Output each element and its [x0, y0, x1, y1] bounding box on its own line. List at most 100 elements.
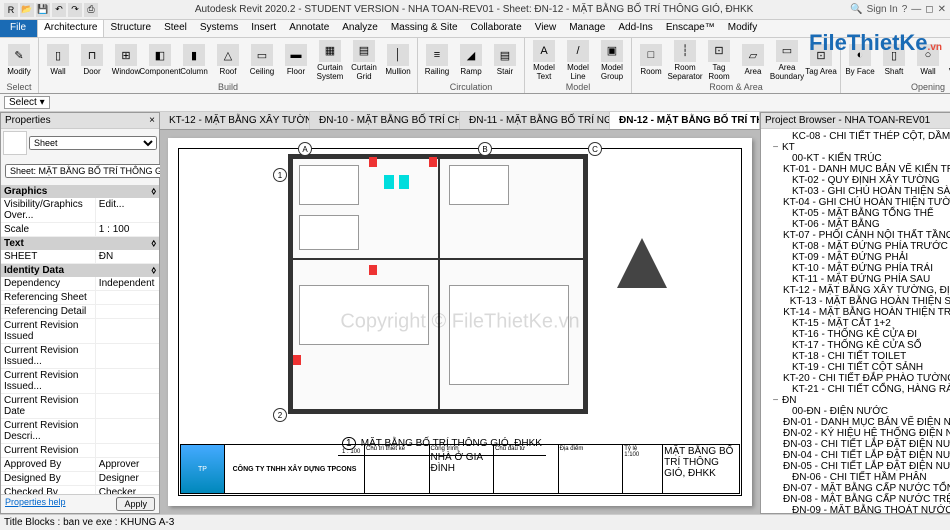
tree-node[interactable]: KT-01 - DANH MỤC BẢN VẼ KIẾN TRÚC — [763, 164, 950, 175]
model-group-button[interactable]: ▣Model Group — [596, 40, 628, 81]
tree-node[interactable]: KT-20 - CHI TIẾT ĐẮP PHÀO TƯỜNG NGOÀI — [763, 373, 950, 384]
undo-icon[interactable]: ↶ — [52, 3, 66, 17]
curtain-system-button[interactable]: ▦Curtain System — [314, 40, 346, 81]
tree-node[interactable]: 00-ĐN - ĐIỆN NƯỚC — [763, 406, 950, 417]
property-value[interactable] — [96, 344, 159, 368]
door-button[interactable]: ⊓Door — [76, 44, 108, 76]
ribbon-tab-massing-site[interactable]: Massing & Site — [385, 20, 465, 37]
vertical-button[interactable]: ▮Vertical — [946, 44, 950, 76]
property-row[interactable]: Referencing Detail — [1, 305, 159, 319]
tree-node[interactable]: ĐN-03 - CHI TIẾT LẮP ĐẶT ĐIỆN NƯỚC ĐIỂN … — [763, 439, 950, 450]
tree-node[interactable]: KT-10 - MẶT ĐỨNG PHÍA TRÁI — [763, 263, 950, 274]
tree-node[interactable]: KT-12 - MẶT BẰNG XÂY TƯỜNG, ĐỊNH VỊ CỬA … — [763, 285, 950, 296]
property-section-header[interactable]: Graphics⬨ — [1, 185, 159, 198]
tree-node[interactable]: −ĐN — [763, 395, 950, 406]
property-value[interactable]: 1 : 100 — [96, 223, 159, 236]
area-button[interactable]: ▱Area — [737, 44, 769, 76]
model-text-button[interactable]: AModel Text — [528, 40, 560, 81]
revit-icon[interactable]: R — [4, 3, 18, 17]
ribbon-tab-manage[interactable]: Manage — [563, 20, 612, 37]
ribbon-tab-architecture[interactable]: Architecture — [37, 20, 104, 37]
ribbon-tab-annotate[interactable]: Annotate — [283, 20, 336, 37]
property-value[interactable]: Checker — [96, 486, 159, 494]
mullion-button[interactable]: │Mullion — [382, 44, 414, 76]
ribbon-tab-collaborate[interactable]: Collaborate — [465, 20, 529, 37]
tree-twisty-icon[interactable]: − — [771, 395, 780, 406]
ribbon-tab-modify[interactable]: Modify — [722, 20, 764, 37]
modify-button[interactable]: ✎Modify — [3, 44, 35, 76]
tree-node[interactable]: ĐN-06 - CHI TIẾT HẦM PHÂN — [763, 472, 950, 483]
title-block[interactable]: TP CÔNG TY TNHH XÂY DỰNG TPCONS Chủ trì … — [180, 444, 740, 494]
property-value[interactable]: ĐN — [96, 250, 159, 263]
property-value[interactable] — [96, 394, 159, 418]
tree-node[interactable]: ĐN-02 - KÝ HIỆU HỆ THỐNG ĐIỆN NƯỚC — [763, 428, 950, 439]
ribbon-tab-add-ins[interactable]: Add-Ins — [612, 20, 659, 37]
stair-button[interactable]: ▤Stair — [489, 44, 521, 76]
type-selector[interactable]: Sheet — [29, 136, 157, 150]
tree-node[interactable]: KT-14 - MẶT BẰNG HOÀN THIỆN TRẦN — [763, 307, 950, 318]
property-row[interactable]: Current Revision — [1, 444, 159, 458]
maximize-icon[interactable]: ◻ — [925, 4, 933, 15]
ribbon-tab-systems[interactable]: Systems — [194, 20, 245, 37]
tag-room-button[interactable]: ⊡Tag Room — [703, 40, 735, 81]
tree-node[interactable]: KT-07 - PHỐI CẢNH NỘI THẤT TẦNG TRỆT — [763, 230, 950, 241]
column-button[interactable]: ▮Column — [178, 44, 210, 76]
tag-area-button[interactable]: ⊡Tag Area — [805, 44, 837, 76]
tree-node[interactable]: ĐN-01 - DANH MỤC BẢN VẼ ĐIỆN NƯỚC — [763, 417, 950, 428]
property-row[interactable]: Scale1 : 100 — [1, 223, 159, 237]
property-row[interactable]: Current Revision Issued — [1, 319, 159, 344]
apply-button[interactable]: Apply — [116, 497, 155, 511]
ribbon-tab-insert[interactable]: Insert — [245, 20, 283, 37]
property-value[interactable] — [96, 291, 159, 304]
print-icon[interactable]: ⎙ — [84, 3, 98, 17]
help-icon[interactable]: ? — [902, 4, 908, 15]
save-icon[interactable]: 💾 — [36, 3, 50, 17]
tree-node[interactable]: KT-08 - MẶT ĐỨNG PHÍA TRƯỚC — [763, 241, 950, 252]
tree-node[interactable]: ĐN-09 - MẶT BẰNG THOÁT NƯỚC — [763, 505, 950, 513]
tree-node[interactable]: KT-18 - CHI TIẾT TOILET — [763, 351, 950, 362]
ramp-button[interactable]: ◢Ramp — [455, 44, 487, 76]
document-tab[interactable]: ĐN-12 - MẶT BẰNG BỐ TRÍ THÔ...× — [610, 112, 760, 129]
floor-plan-view[interactable] — [288, 154, 588, 414]
property-row[interactable]: Current Revision Issued... — [1, 344, 159, 369]
property-value[interactable]: Independent — [96, 277, 159, 290]
ribbon-tab-view[interactable]: View — [529, 20, 564, 37]
room-button[interactable]: □Room — [635, 44, 667, 76]
shaft-button[interactable]: ▯Shaft — [878, 44, 910, 76]
railing-button[interactable]: ≡Railing — [421, 44, 453, 76]
canvas-viewport[interactable]: A B C 1 2 1 MẶT BẰNG BỐ TRÍ THÔNG GIÓ, Đ… — [160, 130, 760, 514]
property-row[interactable]: Current Revision Date — [1, 394, 159, 419]
tree-node[interactable]: KT-09 - MẶT ĐỨNG PHẢI — [763, 252, 950, 263]
property-value[interactable]: Designer — [96, 472, 159, 485]
property-row[interactable]: SHEETĐN — [1, 250, 159, 264]
close-icon[interactable]: ✕ — [938, 4, 946, 15]
project-tree[interactable]: KC-08 - CHI TIẾT THÉP CỘT, DẦM−KT00-KT -… — [761, 129, 950, 513]
wall-button[interactable]: ▯Wall — [42, 44, 74, 76]
property-section-header[interactable]: Text⬨ — [1, 237, 159, 250]
property-value[interactable] — [96, 369, 159, 393]
document-tab[interactable]: KT-12 - MẶT BẰNG XÂY TƯỜNG, Đ...× — [160, 112, 310, 129]
tree-node[interactable]: KT-02 - QUY ĐỊNH XÂY TƯỜNG — [763, 175, 950, 186]
tree-node[interactable]: KT-05 - MẶT BẰNG TỔNG THỂ — [763, 208, 950, 219]
tree-node[interactable]: KT-16 - THỐNG KÊ CỬA ĐI — [763, 329, 950, 340]
property-row[interactable]: Approved ByApprover — [1, 458, 159, 472]
property-value[interactable] — [96, 419, 159, 443]
tree-node[interactable]: ĐN-07 - MẶT BẰNG CẤP NƯỚC TỔNG THỂ — [763, 483, 950, 494]
property-row[interactable]: Current Revision Issued... — [1, 369, 159, 394]
search-icon[interactable]: 🔍 — [850, 4, 862, 15]
property-row[interactable]: Visibility/Graphics Over...Edit... — [1, 198, 159, 223]
property-value[interactable] — [96, 444, 159, 457]
select-dropdown[interactable]: Select ▾ — [4, 96, 50, 109]
open-icon[interactable]: 📂 — [20, 3, 34, 17]
tree-node[interactable]: KT-03 - GHI CHÚ HOÀN THIỆN SÀN — [763, 186, 950, 197]
tree-node[interactable]: KT-21 - CHI TIẾT CỔNG, HÀNG RÀO — [763, 384, 950, 395]
floor-button[interactable]: ▬Floor — [280, 44, 312, 76]
property-row[interactable]: Designed ByDesigner — [1, 472, 159, 486]
document-tab[interactable]: ĐN-11 - MẶT BẰNG BỐ TRÍ NGUỒ...× — [460, 112, 610, 129]
tree-node[interactable]: KT-15 - MẶT CẮT 1+2 — [763, 318, 950, 329]
tree-node[interactable]: KT-13 - MẶT BẰNG HOÀN THIỆN SÀN — [763, 296, 950, 307]
property-value[interactable]: Approver — [96, 458, 159, 471]
tree-node[interactable]: 00-KT - KIẾN TRÚC — [763, 153, 950, 164]
ribbon-tab-analyze[interactable]: Analyze — [336, 20, 385, 37]
property-row[interactable]: Checked ByChecker — [1, 486, 159, 494]
